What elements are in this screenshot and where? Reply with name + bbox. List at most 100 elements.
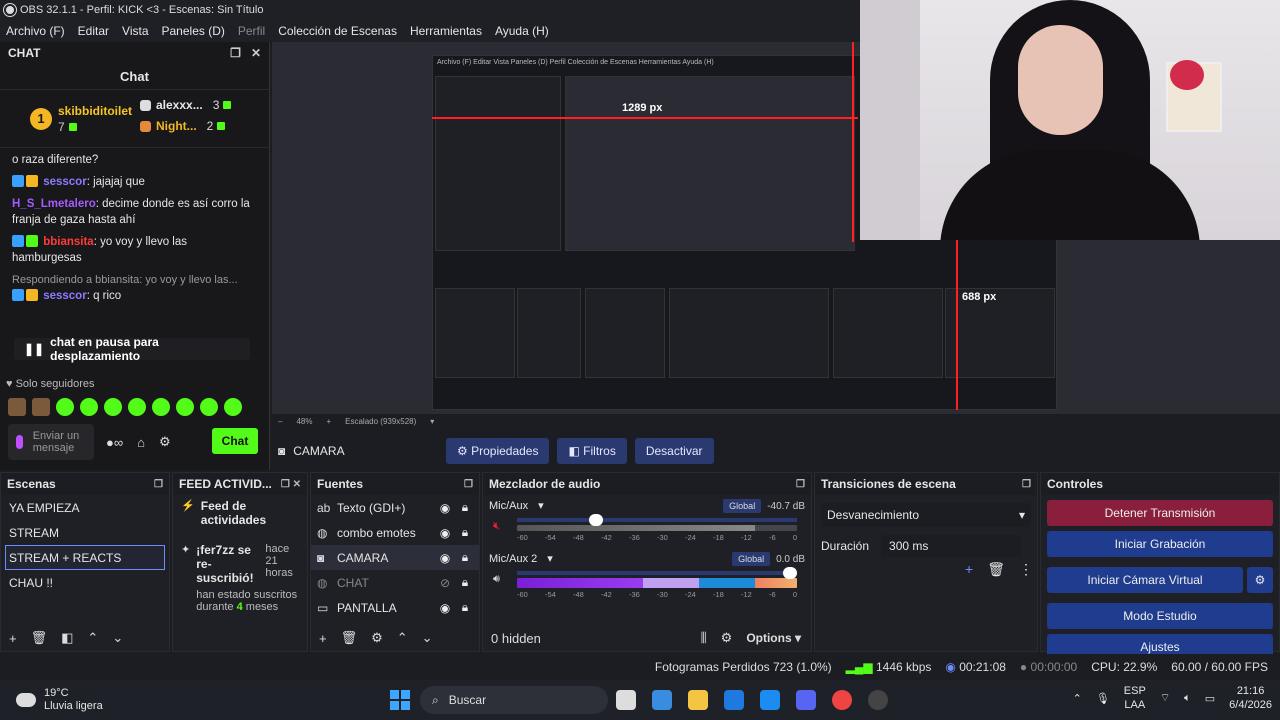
- emote-icon[interactable]: [56, 398, 74, 416]
- chat-paused-banner[interactable]: ❚❚ chat en pausa para desplazamiento: [14, 335, 250, 363]
- lock-icon[interactable]: 🔒︎: [457, 550, 473, 565]
- eye-icon[interactable]: ◉: [437, 526, 453, 540]
- source-item-selected[interactable]: ◙ CAMARA ◉ 🔒︎: [311, 545, 479, 570]
- emote-icon[interactable]: [152, 398, 170, 416]
- discord-icon[interactable]: [796, 690, 816, 710]
- eye-icon[interactable]: ◉: [437, 551, 453, 565]
- chrome-icon[interactable]: [832, 690, 852, 710]
- clock[interactable]: 21:16 6/4/2026: [1229, 684, 1272, 712]
- source-item[interactable]: ◍ CHAT ⊘ 🔒︎: [311, 570, 479, 595]
- arrow-down-icon[interactable]: ⌄: [422, 630, 433, 646]
- virtual-camera-settings-icon[interactable]: ⚙: [1247, 567, 1273, 593]
- float-icon[interactable]: ❐: [796, 479, 805, 490]
- trash-icon[interactable]: 🗑: [31, 630, 48, 646]
- volume-slider[interactable]: [517, 514, 797, 526]
- lock-icon[interactable]: 🔒︎: [457, 500, 473, 515]
- copilot-icon[interactable]: [652, 690, 672, 710]
- filter-icon[interactable]: ◧: [61, 630, 73, 646]
- deactivate-button[interactable]: Desactivar: [634, 438, 714, 464]
- eye-hidden-icon[interactable]: ⊘: [437, 576, 453, 590]
- float-icon[interactable]: ❐: [464, 479, 473, 490]
- emote-icon[interactable]: [32, 398, 50, 416]
- chat-username[interactable]: H_S_Lmetalero: [12, 198, 96, 210]
- menu-vista[interactable]: Vista: [122, 24, 148, 38]
- lock-icon[interactable]: 🔒︎: [457, 575, 473, 590]
- eye-icon[interactable]: ◉: [437, 601, 453, 615]
- emote-icon[interactable]: [80, 398, 98, 416]
- float-icon[interactable]: ❐: [154, 479, 163, 490]
- menu-ayuda[interactable]: Ayuda (H): [495, 24, 549, 38]
- source-item[interactable]: ▭ PANTALLA ◉ 🔒︎: [311, 595, 479, 620]
- task-view-icon[interactable]: [616, 690, 636, 710]
- lock-icon[interactable]: 🔒︎: [457, 525, 473, 540]
- scene-item-selected[interactable]: STREAM + REACTS: [5, 545, 165, 570]
- weather-widget[interactable]: 19°C Lluvia ligera: [16, 687, 103, 713]
- chat-username[interactable]: sesscor: [43, 290, 86, 302]
- taskbar-search[interactable]: ⌕ Buscar: [420, 686, 608, 714]
- arrow-up-icon[interactable]: ⌃: [87, 630, 98, 646]
- emote-icon[interactable]: [8, 398, 26, 416]
- zoom-out-icon[interactable]: –: [278, 417, 282, 426]
- volume-slider[interactable]: [517, 567, 797, 579]
- store-icon[interactable]: [724, 690, 744, 710]
- zoom-in-icon[interactable]: +: [326, 417, 331, 426]
- channel-tag[interactable]: Global: [723, 498, 762, 513]
- properties-button[interactable]: ⚙ Propiedades: [446, 438, 550, 464]
- scale-dropdown-icon[interactable]: ▾: [430, 417, 434, 426]
- windows-start-icon[interactable]: [390, 690, 410, 710]
- menu-perfil[interactable]: Perfil: [238, 24, 265, 38]
- layout-icon[interactable]: ⫼: [701, 630, 707, 646]
- obs-icon[interactable]: [868, 690, 888, 710]
- float-icon[interactable]: ❐: [230, 46, 241, 60]
- filters-button[interactable]: ◧ Filtros: [557, 438, 627, 464]
- menu-archivo[interactable]: Archivo (F): [6, 24, 65, 38]
- channel-tag[interactable]: Global: [732, 551, 771, 566]
- transition-select[interactable]: Desvanecimiento ▾: [821, 503, 1031, 527]
- emote-picker-icon[interactable]: ●∞: [106, 435, 123, 450]
- add-icon[interactable]: +: [965, 561, 973, 578]
- gear-icon[interactable]: ⚙: [159, 434, 171, 450]
- float-icon[interactable]: ❐: [1022, 479, 1031, 490]
- options-menu[interactable]: Options ▾: [746, 631, 801, 645]
- mic-icon[interactable]: [16, 435, 23, 449]
- gear-icon[interactable]: ⚙: [371, 630, 383, 646]
- emote-icon[interactable]: [200, 398, 218, 416]
- add-icon[interactable]: +: [319, 631, 327, 646]
- mic-tray-icon[interactable]: 🎙︎: [1096, 692, 1110, 705]
- trash-icon[interactable]: 🗑: [987, 561, 1005, 578]
- volume-knob[interactable]: [589, 514, 603, 526]
- start-recording-button[interactable]: Iniciar Grabación: [1047, 531, 1273, 557]
- chat-input[interactable]: Enviar un mensaje: [8, 424, 94, 460]
- emote-icon[interactable]: [176, 398, 194, 416]
- feed-event[interactable]: ✦ ¡fer7zz se re-suscribió! hace 21 horas…: [173, 539, 307, 617]
- source-item[interactable]: ab Texto (GDI+) ◉ 🔒︎: [311, 495, 479, 520]
- duration-input[interactable]: 300 ms: [881, 535, 1022, 557]
- chat-username[interactable]: bbiansita: [43, 236, 93, 248]
- arrow-down-icon[interactable]: ⌄: [112, 630, 123, 646]
- menu-paneles[interactable]: Paneles (D): [162, 24, 225, 38]
- wifi-icon[interactable]: ⌔: [1160, 691, 1170, 705]
- stop-stream-button[interactable]: Detener Transmisión: [1047, 500, 1273, 526]
- mail-icon[interactable]: [760, 690, 780, 710]
- menu-herramientas[interactable]: Herramientas: [410, 24, 482, 38]
- scene-item[interactable]: YA EMPIEZA: [1, 495, 169, 520]
- advanced-audio-icon[interactable]: ⚙: [721, 630, 733, 646]
- emote-icon[interactable]: [224, 398, 242, 416]
- more-icon[interactable]: ⋮: [1019, 561, 1033, 578]
- chevron-down-icon[interactable]: ▾: [547, 552, 553, 565]
- speaker-icon[interactable]: 🔊︎: [493, 573, 500, 586]
- volume-knob[interactable]: [783, 567, 797, 579]
- close-icon[interactable]: ❐ ✕: [281, 479, 301, 490]
- studio-mode-button[interactable]: Modo Estudio: [1047, 603, 1273, 629]
- eye-icon[interactable]: ◉: [437, 501, 453, 515]
- chat-username[interactable]: sesscor: [43, 176, 86, 188]
- tray-expand-icon[interactable]: ⌃: [1073, 692, 1082, 705]
- battery-icon[interactable]: ▭: [1205, 692, 1215, 705]
- close-icon[interactable]: ✕: [251, 46, 261, 60]
- chat-send-button[interactable]: Chat: [212, 428, 258, 454]
- arrow-up-icon[interactable]: ⌃: [397, 630, 408, 646]
- scene-item[interactable]: STREAM: [1, 520, 169, 545]
- chevron-down-icon[interactable]: ▾: [538, 499, 544, 512]
- volume-icon[interactable]: 🔈︎: [1184, 692, 1191, 705]
- add-icon[interactable]: +: [9, 631, 17, 646]
